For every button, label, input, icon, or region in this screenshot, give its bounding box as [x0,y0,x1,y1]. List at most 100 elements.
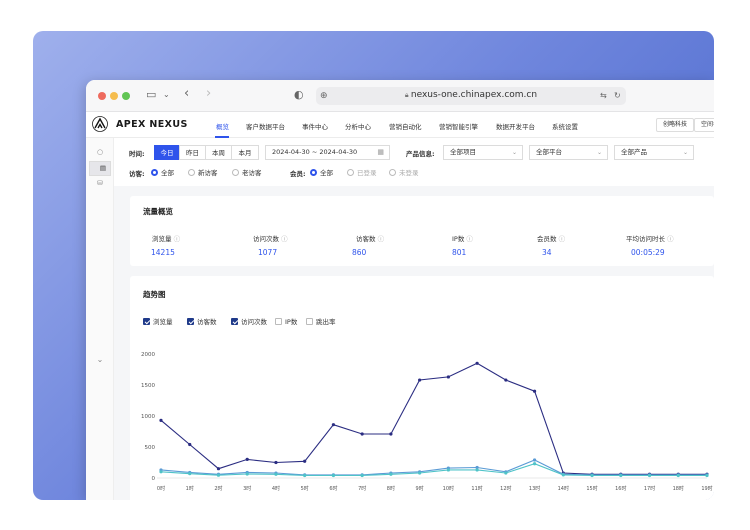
close-window-button[interactable] [98,92,106,100]
platform-select[interactable]: 全部平台 ⌄ [529,145,608,160]
x-tick-label: 8时 [387,485,395,492]
member-radio-all-label: 全部 [320,169,333,177]
date-range-value: 2024-04-30 ~ 2024-04-30 [272,148,358,156]
series-line-0 [160,362,707,475]
browser-toolbar: ▭ ⌄ ‹ › ◐ ⊕ 🔒︎ nexus-one.chinapex.com.cn… [86,80,714,112]
info-icon: ⓘ [466,235,473,243]
apex-logo-icon [92,116,108,132]
platform-select-value: 全部平台 [536,148,562,156]
checkbox-visits-label: 访问次数 [241,318,267,326]
tab-this-week[interactable]: 本周 [205,145,232,160]
data-point [216,467,221,471]
reload-icon[interactable]: ↻ [614,89,621,103]
x-tick-label: 6时 [329,485,337,492]
data-point [274,472,278,476]
checkbox-visits[interactable]: 访问次数 [231,316,267,326]
metric-label-ip: IP数 ⓘ [452,235,473,243]
address-bar[interactable]: ⊕ 🔒︎ nexus-one.chinapex.com.cn ⇆ ↻ [316,87,626,105]
data-point [303,459,307,463]
forward-icon[interactable]: › [206,87,211,100]
nav-marketing-automation[interactable]: 营销自动化 [389,121,422,131]
checkbox-ip-label: IP数 [285,318,298,326]
dashboard-icon[interactable]: ▤ [89,161,111,176]
x-tick-label: 15时 [586,485,597,492]
project-select[interactable]: 全部项目 ⌄ [443,145,523,160]
data-point [532,462,537,466]
chevron-down-icon: ⌄ [511,149,517,156]
data-point [418,378,422,382]
product-filter-label: 产品信息: [406,150,435,158]
data-point [446,468,450,472]
sidebar-toggle-icon[interactable]: ▭ [146,88,156,102]
tab-this-month[interactable]: 本月 [231,145,259,160]
nav-marketing-ai-engine[interactable]: 营销智能引擎 [439,121,478,131]
data-point [532,389,537,393]
chevron-down-icon[interactable]: ⌄ [163,88,170,102]
chevron-down-icon: ⌄ [682,149,688,156]
metric-value-ip: 801 [452,248,467,257]
nav-event-center[interactable]: 事件中心 [302,121,328,131]
member-radio-logged-in[interactable]: 已登录 [347,167,377,177]
metric-label-avg-duration: 平均访问时长 ⓘ [626,235,674,243]
database-icon[interactable]: ⛁ [93,177,107,189]
x-tick-label: 10时 [443,485,454,492]
app-header: APEX NEXUS 概览 客户数据平台 事件中心 分析中心 营销自动化 营销智… [86,112,714,138]
maximize-window-button[interactable] [122,92,130,100]
metric-label-pv: 浏览量 ⓘ [152,235,181,243]
visitor-radio-new[interactable]: 新访客 [188,167,218,177]
x-tick-label: 5时 [301,485,309,492]
x-tick-label: 16时 [615,485,626,492]
x-tick-label: 7时 [358,485,366,492]
date-range-picker[interactable]: 2024-04-30 ~ 2024-04-30 ▦ [265,145,390,160]
data-point [561,473,565,477]
checkbox-pv[interactable]: 浏览量 [143,316,173,326]
data-point [389,472,393,476]
back-icon[interactable]: ‹ [184,87,189,100]
member-radio-all[interactable]: 全部 [310,167,333,177]
data-point [705,473,709,478]
data-point [159,418,163,422]
nav-customer-data-platform[interactable]: 客户数据平台 [246,121,285,131]
y-tick-label: 1000 [141,414,155,420]
data-point [188,442,192,447]
info-icon: ⓘ [667,235,674,243]
visitor-radio-all[interactable]: 全部 [151,167,174,177]
data-point [216,473,221,477]
chevron-down-icon[interactable]: ⌄ [93,354,107,366]
metric-value-members: 34 [542,248,552,257]
space-switch-button[interactable]: 空间名称 [694,118,714,132]
product-select[interactable]: 全部产品 ⌄ [614,145,694,160]
home-icon[interactable]: ○ [93,146,107,158]
data-point [504,378,508,382]
background-stage: ▭ ⌄ ‹ › ◐ ⊕ 🔒︎ nexus-one.chinapex.com.cn… [33,31,714,500]
company-switch-button[interactable]: 创略科技 [656,118,695,132]
metric-value-visitors: 860 [352,248,367,257]
nav-overview[interactable]: 概览 [216,121,229,131]
checkbox-bounce-rate[interactable]: 跳出率 [306,316,336,326]
visitor-radio-returning[interactable]: 老访客 [232,167,262,177]
metric-value-avg-duration: 00:05:29 [631,248,665,257]
member-radio-not-logged-in[interactable]: 未登录 [389,167,419,177]
minimize-window-button[interactable] [110,92,118,100]
nav-analysis-center[interactable]: 分析中心 [345,121,371,131]
metric-label-members: 会员数 ⓘ [537,235,566,243]
data-point [446,375,450,379]
nav-data-dev-platform[interactable]: 数据开发平台 [496,121,535,131]
data-point [188,472,192,476]
data-point [274,460,278,465]
x-tick-label: 13时 [529,485,540,492]
x-tick-label: 3时 [243,485,251,492]
checkbox-ip[interactable]: IP数 [275,316,297,326]
tab-yesterday[interactable]: 昨日 [179,145,206,160]
tab-today[interactable]: 今日 [154,145,180,160]
nav-system-settings[interactable]: 系统设置 [552,121,578,131]
overview-title: 流量概览 [143,207,173,216]
data-point [676,473,680,478]
trend-line-chart: 0 500 1000 1500 2000 0时 1时 2时 3时 4时 5时 6时 7时 8时 9时 10时 1… [141,352,713,492]
member-radio-logged-in-label: 已登录 [357,169,377,177]
visitor-filter-label: 访客: [129,170,145,178]
privacy-shield-icon[interactable]: ◐ [294,88,304,102]
translate-icon[interactable]: ⇆ [600,89,607,103]
checkbox-visitors[interactable]: 访客数 [187,316,217,326]
data-point [159,470,163,474]
